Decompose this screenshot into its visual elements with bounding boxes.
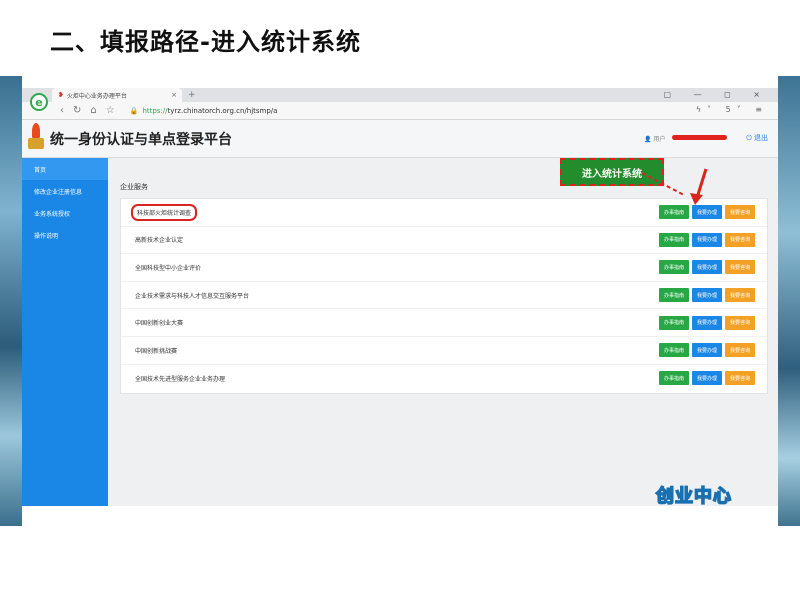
url-scheme: https://	[142, 106, 168, 115]
tab-close-icon[interactable]: ×	[171, 91, 177, 99]
app-title: 统一身份认证与单点登录平台	[50, 132, 232, 148]
consult-button[interactable]: 我要咨询	[725, 371, 755, 386]
browser-tab[interactable]: ❥ 火炬中心业务办理平台 ×	[52, 88, 182, 102]
consult-button[interactable]: 我要咨询	[725, 260, 755, 275]
url-path: tyrz.chinatorch.org.cn/hjtsmp/a	[167, 106, 278, 115]
guide-button[interactable]: 办事指南	[659, 232, 689, 247]
service-row: 全国技术先进型服务企业业务办理 办事指南 我要办理 我要咨询	[121, 365, 767, 393]
logout-button[interactable]: ⏻ 退出	[746, 133, 768, 143]
consult-button[interactable]: 我要咨询	[725, 343, 755, 358]
handle-button[interactable]: 我要办理	[692, 260, 722, 275]
bookmark-star-icon[interactable]: ☆	[106, 105, 115, 116]
browser-menu-icons[interactable]: ϟ˅ 5˅ ≡	[696, 105, 768, 114]
handle-button[interactable]: 我要办理	[692, 232, 722, 247]
new-tab-button[interactable]: +	[188, 90, 196, 100]
consult-button[interactable]: 我要咨询	[725, 315, 755, 330]
handle-button[interactable]: 我要办理	[692, 288, 722, 303]
brand-badge: 创业中心	[655, 485, 732, 508]
redacted-username	[672, 135, 727, 140]
service-list: 科技部火炬统计调查 办事指南 我要办理 我要咨询 高新技术企业认定 办事指南 我…	[120, 198, 768, 394]
service-row: 高新技术企业认定 办事指南 我要办理 我要咨询	[121, 227, 767, 255]
torch-logo-icon	[28, 123, 44, 151]
service-name: 中国创新挑战赛	[135, 347, 178, 355]
sidebar-item-edit-registration[interactable]: 修改企业注册信息	[22, 180, 108, 202]
back-icon[interactable]: ‹	[60, 105, 64, 116]
water-border-left	[0, 76, 22, 526]
sidebar-item-home[interactable]: 首页	[22, 158, 108, 180]
handle-button[interactable]: 我要办理	[692, 315, 722, 330]
refresh-icon[interactable]: ↻	[73, 105, 81, 116]
sidebar-item-help[interactable]: 操作说明	[22, 224, 108, 246]
browser-screenshot: e ❥ 火炬中心业务办理平台 × + ▢ — ◻ × ‹ ↻ ⌂ ☆ 🔒 http…	[22, 88, 778, 506]
guide-button[interactable]: 办事指南	[659, 371, 689, 386]
handle-button[interactable]: 我要办理	[692, 343, 722, 358]
service-name: 全国科技型中小企业评价	[135, 264, 202, 272]
consult-button[interactable]: 我要咨询	[725, 232, 755, 247]
window-controls[interactable]: ▢ — ◻ ×	[663, 90, 770, 99]
service-name-highlighted: 科技部火炬统计调查	[130, 203, 198, 221]
address-bar: ‹ ↻ ⌂ ☆ 🔒 https://tyrz.chinatorch.org.cn/…	[22, 102, 778, 120]
tab-title: 火炬中心业务办理平台	[66, 92, 127, 100]
user-label: 👤 用户	[644, 136, 666, 143]
service-name: 全国技术先进型服务企业业务办理	[135, 375, 226, 383]
app-header: 统一身份认证与单点登录平台 👤 用户 ⏻ 退出	[22, 120, 778, 158]
sidebar: 首页 修改企业注册信息 业务系统授权 操作说明	[22, 158, 108, 506]
service-row: 企业技术需求与科技人才信息交互服务平台 办事指南 我要办理 我要咨询	[121, 282, 767, 310]
guide-button[interactable]: 办事指南	[659, 315, 689, 330]
tab-bar: ❥ 火炬中心业务办理平台 × + ▢ — ◻ ×	[22, 88, 778, 102]
guide-button[interactable]: 办事指南	[659, 260, 689, 275]
service-row: 中国创新创业大赛 办事指南 我要办理 我要咨询	[121, 309, 767, 337]
browser-logo-icon: e	[30, 93, 48, 111]
service-name: 企业技术需求与科技人才信息交互服务平台	[135, 292, 250, 300]
consult-button[interactable]: 我要咨询	[725, 288, 755, 303]
section-title: 企业服务	[120, 183, 148, 191]
service-name: 高新技术企业认定	[135, 237, 184, 245]
lock-icon: 🔒	[129, 106, 139, 115]
main-content: 企业服务 科技部火炬统计调查 办事指南 我要办理 我要咨询 高新技术企业认定 办…	[108, 158, 778, 506]
water-border-right	[778, 76, 800, 526]
service-row: 中国创新挑战赛 办事指南 我要办理 我要咨询	[121, 337, 767, 365]
sidebar-item-authorization[interactable]: 业务系统授权	[22, 202, 108, 224]
url-field[interactable]: 🔒 https://tyrz.chinatorch.org.cn/hjtsmp/a	[130, 107, 278, 115]
guide-button[interactable]: 办事指南	[659, 343, 689, 358]
home-icon[interactable]: ⌂	[90, 105, 96, 116]
annotation-arrow-icon	[641, 168, 708, 205]
guide-button[interactable]: 办事指南	[659, 288, 689, 303]
service-row: 全国科技型中小企业评价 办事指南 我要办理 我要咨询	[121, 254, 767, 282]
handle-button[interactable]: 我要办理	[692, 371, 722, 386]
slide-title: 二、填报路径-进入统计系统	[50, 28, 361, 56]
service-name: 中国创新创业大赛	[135, 320, 184, 328]
favicon-icon: ❥	[58, 91, 64, 99]
